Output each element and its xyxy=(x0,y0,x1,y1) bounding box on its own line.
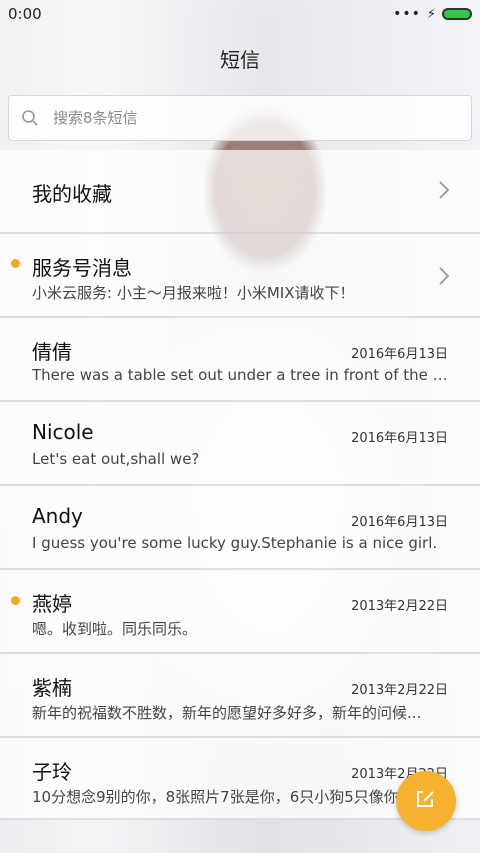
unread-dot xyxy=(11,259,20,268)
message-date: 2016年6月13日 xyxy=(351,515,448,530)
unread-dot xyxy=(11,596,20,605)
message-preview: There was a table set out under a tree i… xyxy=(32,366,448,384)
message-preview: Let's eat out,shall we? xyxy=(32,450,200,468)
page-title: 短信 xyxy=(220,48,260,72)
status-icons: ••• ⚡ xyxy=(393,6,472,22)
status-time: 0:00 xyxy=(8,5,42,23)
bolt-icon: ⚡ xyxy=(426,6,436,22)
message-preview: 新年的祝福数不胜数，新年的愿望好多好多，新年的问候... xyxy=(32,704,422,722)
search-bar[interactable] xyxy=(8,95,472,141)
conversation-row[interactable]: 燕婷 2013年2月22日 嗯。收到啦。同乐同乐。 xyxy=(0,570,480,652)
contact-name: Nicole xyxy=(32,420,94,444)
search-input[interactable] xyxy=(51,108,435,128)
chevron-right-icon xyxy=(438,180,450,204)
conversation-row[interactable]: Andy 2016年6月13日 I guess you're some luck… xyxy=(0,486,480,568)
message-date: 2016年6月13日 xyxy=(351,431,448,446)
service-preview: 小米云服务: 小主～月报来啦！小米MIX请收下！ xyxy=(32,284,355,302)
contact-name: 紫楠 xyxy=(32,676,72,700)
battery-icon xyxy=(442,8,472,20)
chevron-right-icon xyxy=(438,266,450,290)
message-date: 2013年2月22日 xyxy=(351,683,448,698)
compose-button[interactable] xyxy=(396,771,456,831)
message-preview: 嗯。收到啦。同乐同乐。 xyxy=(32,620,198,638)
favorites-label: 我的收藏 xyxy=(32,182,112,206)
search-icon xyxy=(9,109,51,127)
service-label: 服务号消息 xyxy=(32,256,132,280)
conversation-row[interactable]: 倩倩 2016年6月13日 There was a table set out … xyxy=(0,318,480,400)
service-messages-row[interactable]: 服务号消息 小米云服务: 小主～月报来啦！小米MIX请收下！ xyxy=(0,234,480,316)
message-preview: I guess you're some lucky guy.Stephanie … xyxy=(32,534,438,552)
contact-name: 子玲 xyxy=(32,760,72,784)
status-bar: 0:00 ••• ⚡ xyxy=(0,0,480,28)
message-preview: 10分想念9别的你，8张照片7张是你，6只小狗5只像你... xyxy=(32,788,414,806)
dots-icon: ••• xyxy=(393,6,421,22)
message-date: 2013年2月22日 xyxy=(351,599,448,614)
favorites-row[interactable]: 我的收藏 xyxy=(0,150,480,232)
contact-name: Andy xyxy=(32,504,83,528)
conversation-row[interactable]: 紫楠 2013年2月22日 新年的祝福数不胜数，新年的愿望好多好多，新年的问候.… xyxy=(0,654,480,736)
conversation-row[interactable]: Nicole 2016年6月13日 Let's eat out,shall we… xyxy=(0,402,480,484)
contact-name: 倩倩 xyxy=(32,340,72,364)
compose-icon xyxy=(416,789,436,813)
message-date: 2016年6月13日 xyxy=(351,347,448,362)
contact-name: 燕婷 xyxy=(32,592,72,616)
